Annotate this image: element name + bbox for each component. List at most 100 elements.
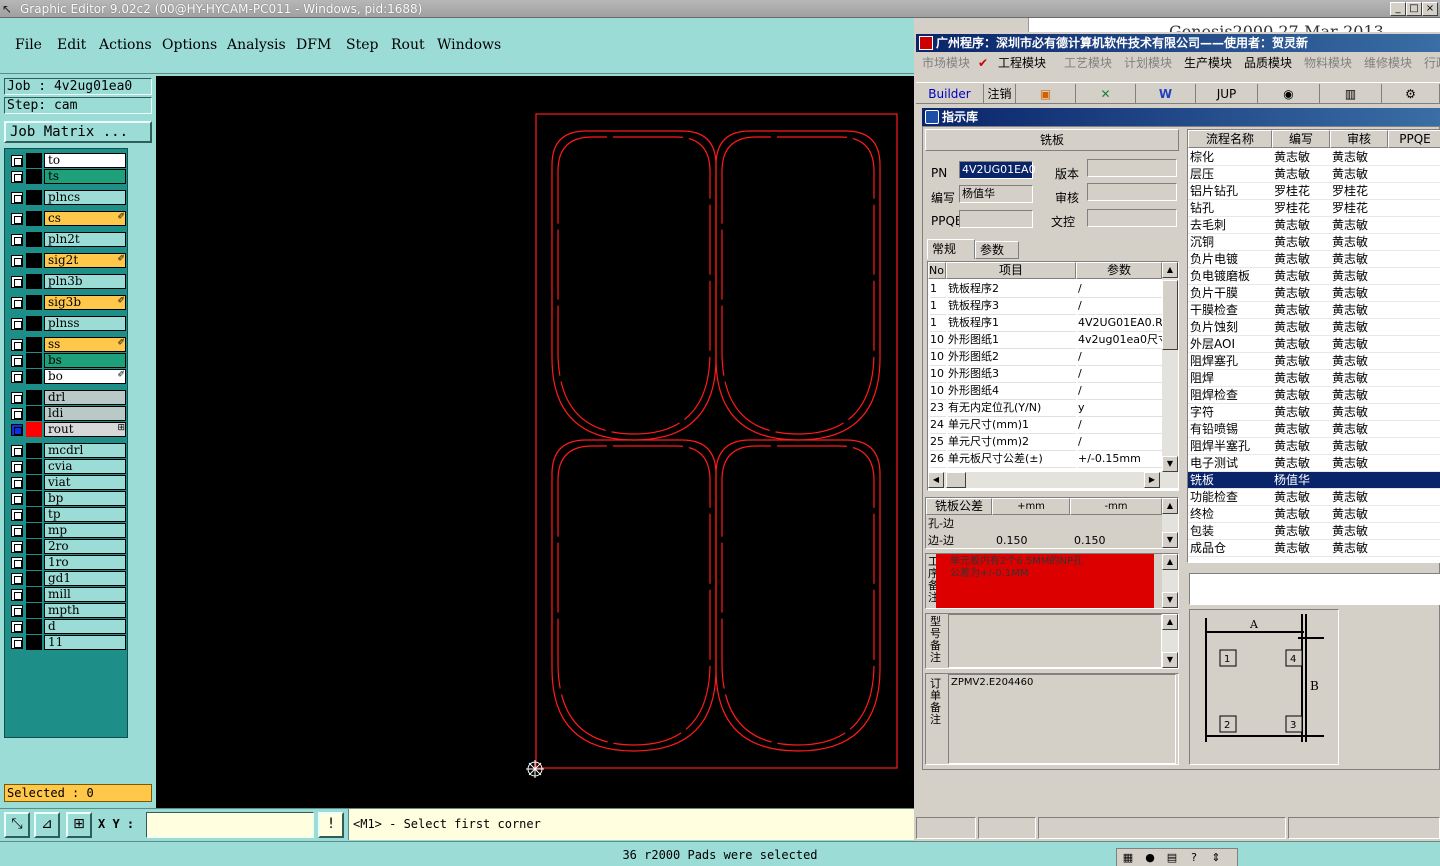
layer-checkbox[interactable] — [11, 371, 23, 383]
params-hscroll[interactable]: ◀ ▶ — [928, 472, 1178, 488]
module-production[interactable]: 生产模块 — [1184, 53, 1232, 73]
corner-1[interactable]: 1 — [1224, 654, 1230, 665]
layer-color-swatch[interactable] — [26, 190, 42, 205]
flow-row[interactable]: 阻焊塞孔 黄志敏 黄志敏 — [1188, 353, 1440, 370]
close-button[interactable]: × — [1422, 2, 1438, 16]
layer-color-swatch[interactable] — [26, 571, 42, 586]
layer-name[interactable]: sig2t — [44, 253, 126, 268]
flow-row[interactable]: 铝片钻孔 罗桂花 罗桂花 — [1188, 183, 1440, 200]
snap-grid-icon[interactable]: ⊞ — [66, 812, 92, 838]
tol-row-2-minus[interactable]: 0.150 — [1074, 532, 1106, 549]
layer-checkbox[interactable] — [11, 192, 23, 204]
flow-row[interactable]: 铣板 杨值华 — [1188, 472, 1440, 489]
layer-name[interactable]: bp — [44, 491, 126, 506]
layer-checkbox[interactable] — [11, 461, 23, 473]
layer-name[interactable]: 2ro — [44, 539, 126, 554]
layer-name[interactable]: plncs — [44, 190, 126, 205]
menu-analysis[interactable]: Analysis — [227, 37, 286, 53]
layer-color-swatch[interactable] — [26, 459, 42, 474]
layer-checkbox[interactable] — [11, 637, 23, 649]
tray-app-icon[interactable]: ▦ — [1117, 849, 1139, 866]
layer-row-bp[interactable]: bp — [8, 491, 128, 506]
ppt-icon[interactable]: ▣ — [1016, 84, 1076, 104]
layer-checkbox[interactable] — [11, 424, 23, 436]
layer-name[interactable]: d — [44, 619, 126, 634]
scroll-right-icon[interactable]: ▶ — [1144, 472, 1160, 488]
layer-row-pln3b[interactable]: pln3b — [8, 274, 128, 289]
layer-color-swatch[interactable] — [26, 232, 42, 247]
layer-checkbox[interactable] — [11, 525, 23, 537]
process-note-scroll[interactable]: ▲ ▼ — [1162, 554, 1178, 608]
layer-name[interactable]: bo — [44, 369, 126, 384]
layer-name[interactable]: cvia — [44, 459, 126, 474]
menu-dfm[interactable]: DFM — [296, 37, 331, 53]
flow-row[interactable]: 电子测试 黄志敏 黄志敏 — [1188, 455, 1440, 472]
layer-color-swatch[interactable] — [26, 539, 42, 554]
param-row-value[interactable]: / — [1078, 280, 1162, 298]
flow-header-editor[interactable]: 编写 — [1272, 130, 1330, 148]
pn-field[interactable]: 4V2UG01EA0 — [959, 161, 1036, 179]
layer-color-swatch[interactable] — [26, 153, 42, 168]
layer-row-ldi[interactable]: ldi — [8, 406, 128, 421]
module-material[interactable]: 物料模块 — [1304, 53, 1352, 73]
layer-checkbox[interactable] — [11, 493, 23, 505]
menu-step[interactable]: Step — [346, 37, 378, 53]
menu-rout[interactable]: Rout — [391, 37, 425, 53]
module-admin[interactable]: 行政 — [1424, 53, 1440, 73]
tol-row-2-plus[interactable]: 0.150 — [996, 532, 1028, 549]
layer-color-swatch[interactable] — [26, 295, 42, 310]
tab-params[interactable]: 参数 — [975, 241, 1019, 259]
module-quality[interactable]: 品质模块 — [1244, 53, 1292, 73]
flow-row[interactable]: 外层AOI 黄志敏 黄志敏 — [1188, 336, 1440, 353]
module-process[interactable]: 工艺模块 — [1064, 53, 1112, 73]
logout-button[interactable]: 注销 — [984, 84, 1016, 104]
note-down-icon[interactable]: ▼ — [1162, 592, 1178, 608]
module-plan[interactable]: 计划模块 — [1124, 53, 1172, 73]
param-row-value[interactable]: y — [1078, 399, 1162, 417]
layer-checkbox[interactable] — [11, 339, 23, 351]
scroll-up-icon[interactable]: ▲ — [1162, 262, 1178, 278]
model-note-scroll[interactable]: ▲ ▼ — [1162, 614, 1178, 668]
settings-icon[interactable]: ⚙ — [1382, 84, 1440, 104]
layer-name[interactable]: mcdrl — [44, 443, 126, 458]
flow-header-name[interactable]: 流程名称 — [1188, 130, 1272, 148]
database-icon[interactable]: ▥ — [1320, 84, 1382, 104]
layer-checkbox[interactable] — [11, 445, 23, 457]
flow-row[interactable]: 有铅喷锡 黄志敏 黄志敏 — [1188, 421, 1440, 438]
menu-windows[interactable]: Windows — [437, 37, 501, 53]
layer-checkbox[interactable] — [11, 171, 23, 183]
layer-row-pln2t[interactable]: pln2t — [8, 232, 128, 247]
word-icon[interactable]: W — [1136, 84, 1196, 104]
flow-row[interactable]: 沉铜 黄志敏 黄志敏 — [1188, 234, 1440, 251]
layer-color-swatch[interactable] — [26, 603, 42, 618]
menu-file[interactable]: File — [15, 37, 42, 53]
layer-color-swatch[interactable] — [26, 406, 42, 421]
layer-row-sig3b[interactable]: sig3b ✐ — [8, 295, 128, 310]
layer-color-swatch[interactable] — [26, 555, 42, 570]
layer-color-swatch[interactable] — [26, 211, 42, 226]
flow-row[interactable]: 负片蚀刻 黄志敏 黄志敏 — [1188, 319, 1440, 336]
layer-row-ts[interactable]: ts — [8, 169, 128, 184]
layer-checkbox[interactable] — [11, 605, 23, 617]
review-field[interactable] — [1087, 183, 1177, 201]
layer-checkbox[interactable] — [11, 392, 23, 404]
col-param-header[interactable]: 参数 — [1076, 262, 1162, 279]
module-market[interactable]: 市场模块 — [922, 53, 970, 73]
doc-field[interactable] — [1087, 209, 1177, 227]
layer-color-swatch[interactable] — [26, 274, 42, 289]
param-row-value[interactable]: / — [1078, 433, 1162, 451]
flow-row[interactable]: 阻焊半塞孔 黄志敏 黄志敏 — [1188, 438, 1440, 455]
layer-row-2ro[interactable]: 2ro — [8, 539, 128, 554]
layer-color-swatch[interactable] — [26, 475, 42, 490]
layer-color-swatch[interactable] — [26, 635, 42, 650]
process-note-text[interactable]: 单元板内有2个6.5MM的NP孔 公差为+/-0.1MM — [936, 554, 1154, 608]
layer-checkbox[interactable] — [11, 355, 23, 367]
flow-row[interactable]: 去毛刺 黄志敏 黄志敏 — [1188, 217, 1440, 234]
corner-3[interactable]: 3 — [1290, 720, 1296, 731]
model-up-icon[interactable]: ▲ — [1162, 614, 1178, 630]
layer-row-tp[interactable]: tp — [8, 507, 128, 522]
layer-checkbox[interactable] — [11, 541, 23, 553]
tray-menu-icon[interactable]: ⇕ — [1205, 849, 1227, 866]
tol-up-icon[interactable]: ▲ — [1162, 498, 1178, 514]
layer-checkbox[interactable] — [11, 557, 23, 569]
